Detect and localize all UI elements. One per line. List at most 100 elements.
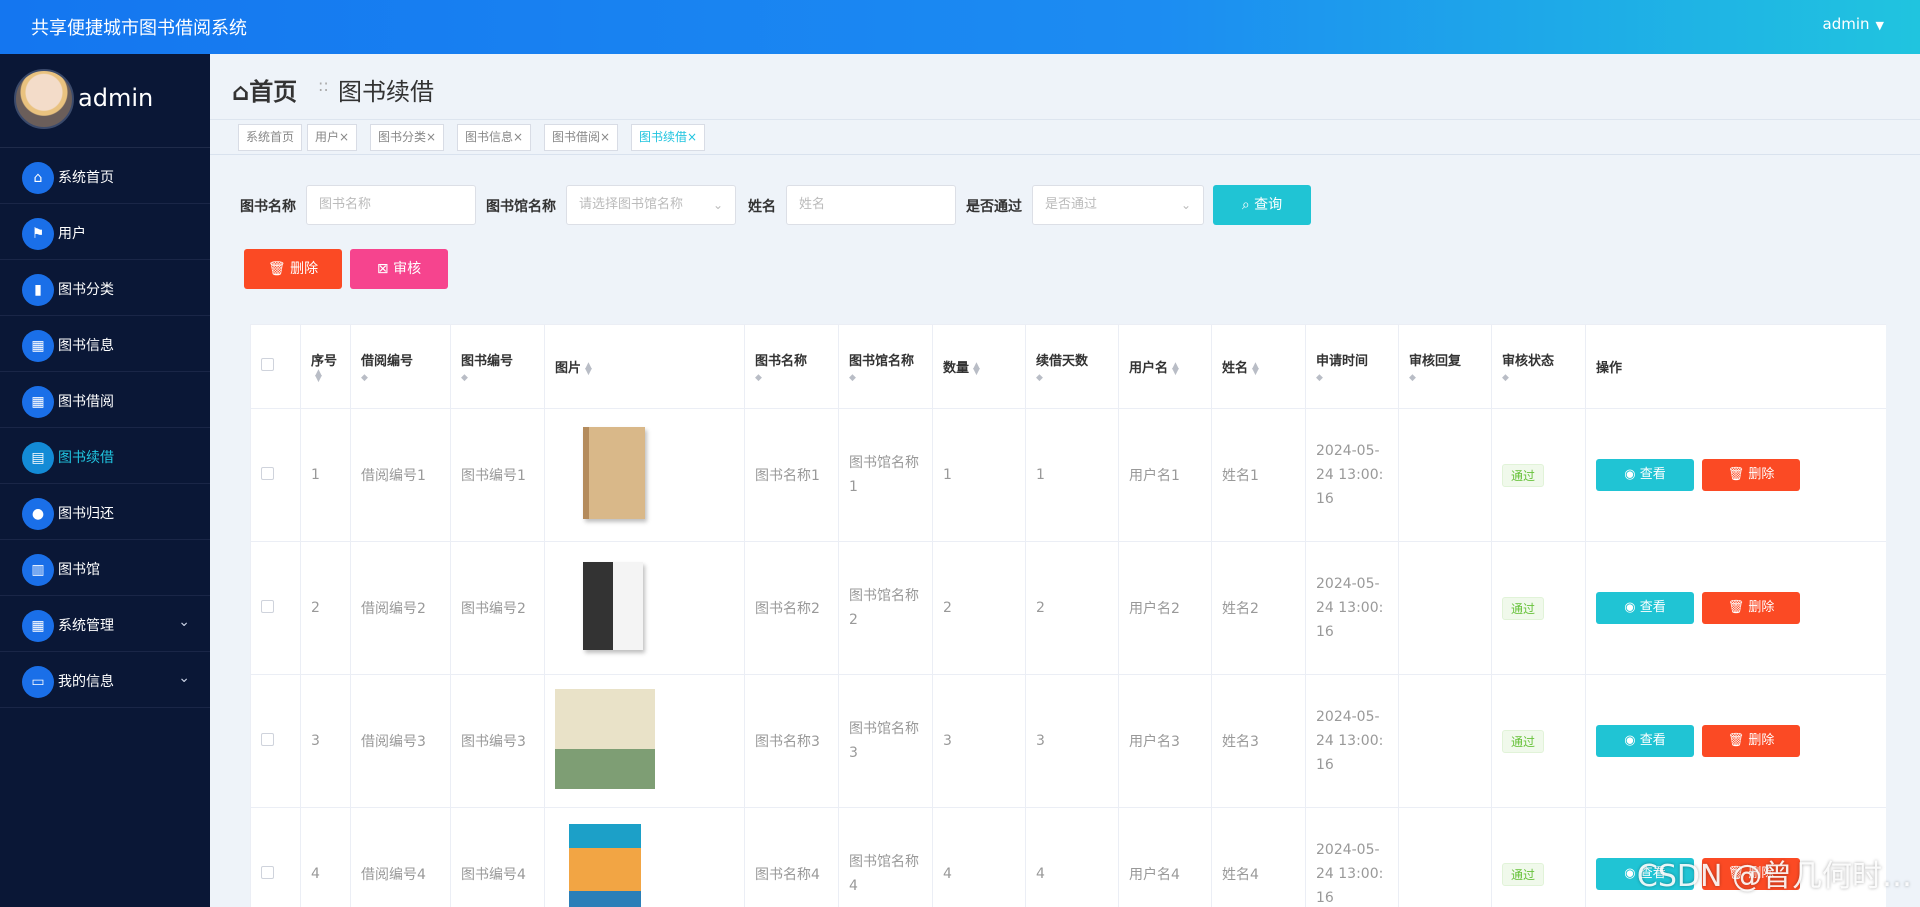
sidebar-item-4[interactable]: ▦ 图书信息: [0, 316, 210, 372]
sort-icon[interactable]: ◆: [1502, 373, 1575, 383]
column-header: 审核状态 ◆: [1491, 324, 1586, 409]
checkbox[interactable]: [261, 865, 274, 879]
row-select[interactable]: [250, 807, 301, 907]
sort-icon[interactable]: ▲ ▼: [1252, 361, 1259, 376]
tab-5[interactable]: 图书借阅×: [544, 124, 619, 151]
tab-6[interactable]: 图书续借×: [631, 124, 706, 151]
sort-icon[interactable]: ▲ ▼: [973, 361, 980, 376]
delete-button-label: 删除: [1748, 467, 1775, 482]
breadcrumb-home[interactable]: ⌂首页: [232, 72, 297, 107]
cell-qty: 1: [932, 408, 1026, 542]
close-icon[interactable]: ×: [339, 130, 349, 144]
cell-actions: ◉ 查看 🗑 删除: [1585, 674, 1886, 808]
column-header-label: 申请时间: [1316, 354, 1369, 369]
header-select-all[interactable]: [250, 324, 301, 409]
sidebar-item-10[interactable]: ▭ 我的信息 ⌄: [0, 652, 210, 708]
view-button[interactable]: ◉ 查看: [1596, 592, 1694, 624]
book-cover-image[interactable]: [583, 427, 645, 519]
sort-icon[interactable]: ▲ ▼: [1172, 361, 1179, 376]
grid-icon: ▦: [22, 386, 54, 418]
checkbox[interactable]: [261, 466, 274, 480]
sidebar-username: admin: [78, 84, 154, 112]
tab-3[interactable]: 图书分类×: [370, 124, 445, 151]
delete-button[interactable]: 🗑 删除: [1702, 592, 1800, 624]
row-select[interactable]: [250, 541, 301, 675]
close-icon[interactable]: ×: [513, 130, 523, 144]
audit-icon: ⊠: [376, 261, 394, 277]
column-header: 用户名 ▲ ▼: [1118, 324, 1212, 409]
book-name-input[interactable]: 图书名称: [306, 185, 476, 225]
sidebar-item-label: 图书分类: [58, 282, 114, 298]
tab-1[interactable]: 系统首页: [238, 124, 303, 151]
column-header: 续借天数 ◆: [1025, 324, 1119, 409]
sidebar-item-5[interactable]: ▦ 图书借阅: [0, 372, 210, 428]
close-icon[interactable]: ×: [426, 130, 436, 144]
app-title: 共享便捷城市图书借阅系统: [31, 18, 247, 39]
trash-icon: 🗑: [267, 261, 291, 277]
sort-icon[interactable]: ◆: [1316, 373, 1388, 383]
search-icon: ⌕: [1241, 197, 1255, 213]
delete-button[interactable]: 🗑 删除: [1702, 459, 1800, 491]
book-cover-image[interactable]: [583, 562, 643, 650]
view-button[interactable]: ◉ 查看: [1596, 725, 1694, 757]
breadcrumb: ⌂首页 :: 图书续借: [210, 54, 1920, 120]
audit-button[interactable]: ⊠ 审核: [350, 249, 448, 289]
delete-button[interactable]: 🗑 删除: [1702, 725, 1800, 757]
cell-status: 通过: [1491, 541, 1586, 675]
batch-delete-label: 删除: [290, 261, 319, 277]
sort-icon[interactable]: ◆: [361, 373, 440, 383]
sidebar-item-6[interactable]: ▤ 图书续借: [0, 428, 210, 484]
delete-button-label: 删除: [1748, 600, 1775, 615]
cell-name: 姓名4: [1211, 807, 1306, 907]
sort-icon[interactable]: ◆: [849, 373, 922, 383]
row-select[interactable]: [250, 674, 301, 808]
cell-borrow-no: 借阅编号2: [350, 541, 451, 675]
user-menu[interactable]: admin ▼: [1823, 15, 1884, 33]
sort-icon[interactable]: ▲ ▼: [585, 361, 592, 376]
library-select[interactable]: 请选择图书馆名称 ⌄: [566, 185, 736, 225]
tab-4[interactable]: 图书信息×: [457, 124, 532, 151]
cell-status: 通过: [1491, 674, 1586, 808]
name-input[interactable]: 姓名: [786, 185, 956, 225]
sort-icon[interactable]: ▲ ▼: [315, 369, 322, 384]
view-button[interactable]: ◉ 查看: [1596, 459, 1694, 491]
user-menu-label: admin: [1822, 15, 1870, 33]
checkbox[interactable]: [261, 358, 274, 371]
passed-select[interactable]: 是否通过 ⌄: [1032, 185, 1204, 225]
row-select[interactable]: [250, 408, 301, 542]
column-header-label: 审核状态: [1502, 354, 1555, 369]
book-cover-image[interactable]: [569, 824, 641, 907]
sidebar-item-label: 图书续借: [58, 450, 114, 466]
checkbox[interactable]: [261, 599, 274, 613]
sidebar-item-label: 用户: [58, 226, 86, 242]
sidebar-item-8[interactable]: ▥ 图书馆: [0, 540, 210, 596]
cell-name: 姓名3: [1211, 674, 1306, 808]
sort-icon[interactable]: ◆: [755, 373, 828, 383]
checkbox[interactable]: [261, 732, 274, 746]
sort-icon[interactable]: ◆: [1036, 373, 1108, 383]
close-icon[interactable]: ×: [687, 130, 697, 144]
column-header-label: 图书馆名称: [849, 354, 915, 369]
passed-select-placeholder: 是否通过: [1045, 197, 1098, 212]
cell-library: 图书馆名称3: [838, 674, 933, 808]
sidebar-item-1[interactable]: ⌂ 系统首页: [0, 148, 210, 204]
batch-delete-button[interactable]: 🗑 删除: [244, 249, 342, 289]
tab-2[interactable]: 用户×: [307, 124, 358, 151]
sort-icon[interactable]: ◆: [461, 373, 534, 383]
query-button[interactable]: ⌕ 查询: [1213, 185, 1311, 225]
book-cover-image[interactable]: [555, 689, 655, 789]
cell-book-name: 图书名称4: [744, 807, 839, 907]
sidebar-item-2[interactable]: ⚑ 用户: [0, 204, 210, 260]
sidebar-item-9[interactable]: ▦ 系统管理 ⌄: [0, 596, 210, 652]
cell-reply: [1398, 674, 1492, 808]
tab-label: 图书借阅: [552, 130, 601, 144]
cell-name: 姓名2: [1211, 541, 1306, 675]
chevron-down-icon: ⌄: [1180, 198, 1191, 212]
sidebar-item-7[interactable]: ● 图书归还: [0, 484, 210, 540]
breadcrumb-separator: ::: [318, 76, 329, 95]
book-name-label: 图书名称: [240, 199, 296, 215]
sort-icon[interactable]: ◆: [1409, 373, 1481, 383]
sidebar-item-3[interactable]: ▮ 图书分类: [0, 260, 210, 316]
passed-label: 是否通过: [966, 199, 1022, 215]
close-icon[interactable]: ×: [600, 130, 610, 144]
